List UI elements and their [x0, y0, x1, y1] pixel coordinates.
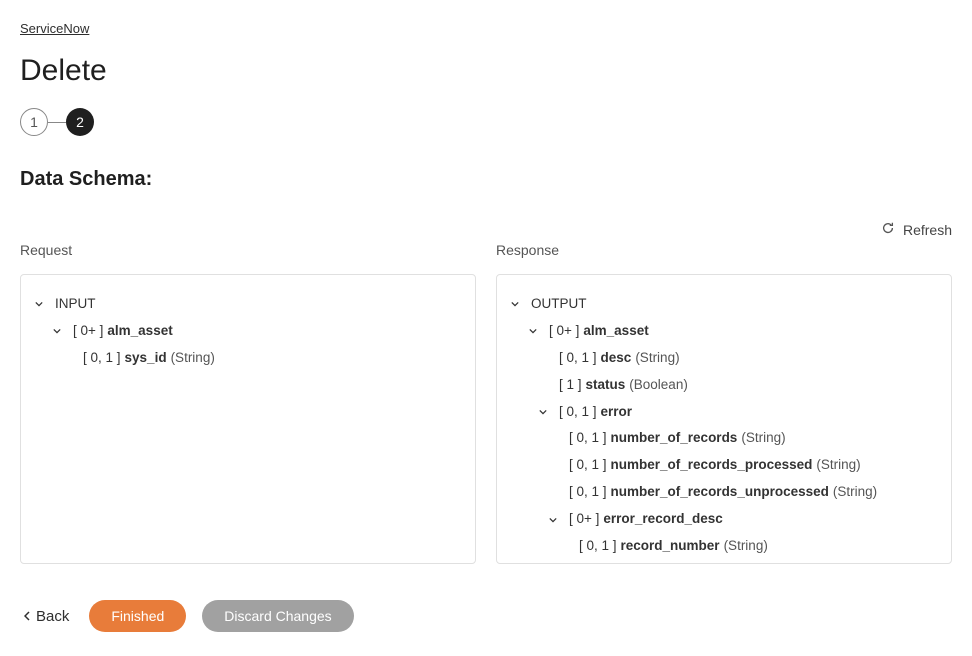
- tree-field-type: (String): [171, 349, 215, 368]
- tree-cardinality: [ 0+ ]: [549, 322, 579, 341]
- tree-cardinality: [ 0, 1 ]: [579, 537, 617, 556]
- tree-cardinality: [ 0+ ]: [73, 322, 103, 341]
- step-2[interactable]: 2: [66, 108, 94, 136]
- tree-row-alm-asset[interactable]: [ 0+ ] alm_asset: [511, 318, 937, 345]
- tree-row-error-record[interactable]: [ 0, 1 ] error_record (String): [511, 560, 937, 564]
- tree-cardinality: [ 0, 1 ]: [83, 349, 121, 368]
- tree-field-name: alm_asset: [107, 322, 172, 341]
- tree-row-num-records[interactable]: [ 0, 1 ] number_of_records (String): [511, 425, 937, 452]
- finished-button[interactable]: Finished: [89, 600, 186, 632]
- breadcrumb[interactable]: ServiceNow: [20, 21, 89, 36]
- stepper: 1 2: [20, 108, 952, 136]
- chevron-down-icon[interactable]: [539, 408, 553, 416]
- back-button[interactable]: Back: [20, 602, 73, 631]
- tree-row-num-records-processed[interactable]: [ 0, 1 ] number_of_records_processed (St…: [511, 452, 937, 479]
- tree-row-error-record-desc[interactable]: [ 0+ ] error_record_desc: [511, 506, 937, 533]
- tree-field-type: (String): [635, 349, 679, 368]
- refresh-icon: [881, 221, 895, 238]
- request-panel: INPUT [ 0+ ] alm_asset [ 0, 1 ] sys_id (…: [20, 274, 476, 564]
- tree-row-output[interactable]: OUTPUT: [511, 291, 937, 318]
- chevron-down-icon[interactable]: [35, 300, 49, 308]
- section-heading: Data Schema:: [20, 168, 952, 191]
- tree-cardinality: [ 0, 1 ]: [559, 349, 597, 368]
- tree-field-name: sys_id: [125, 349, 167, 368]
- tree-cardinality: [ 0, 1 ]: [569, 456, 607, 475]
- tree-row-error[interactable]: [ 0, 1 ] error: [511, 399, 937, 426]
- tree-field-name: status: [586, 376, 626, 395]
- tree-field-name: number_of_records: [611, 429, 738, 448]
- refresh-button[interactable]: Refresh: [881, 221, 952, 238]
- tree-cardinality: [ 0, 1 ]: [569, 429, 607, 448]
- tree-row-status[interactable]: [ 1 ] status (Boolean): [511, 372, 937, 399]
- tree-cardinality: [ 0+ ]: [569, 510, 599, 529]
- tree-field-name: alm_asset: [583, 322, 648, 341]
- refresh-label: Refresh: [903, 222, 952, 238]
- request-label: Request: [20, 242, 476, 258]
- tree-field-name: number_of_records_unprocessed: [611, 483, 829, 502]
- tree-field-name: desc: [601, 349, 632, 368]
- chevron-down-icon[interactable]: [549, 516, 563, 524]
- request-column: Request INPUT [ 0+ ] alm_asset [ 0, 1 ] …: [20, 242, 476, 564]
- footer: Back Finished Discard Changes: [20, 600, 952, 632]
- tree-field-name: record_number: [621, 537, 720, 556]
- tree-field-type: (String): [741, 429, 785, 448]
- response-panel: OUTPUT [ 0+ ] alm_asset [ 0, 1 ] desc (S…: [496, 274, 952, 564]
- chevron-left-icon: [24, 608, 30, 625]
- tree-cardinality: [ 1 ]: [559, 376, 582, 395]
- discard-changes-button[interactable]: Discard Changes: [202, 600, 353, 632]
- back-label: Back: [36, 608, 69, 625]
- tree-row-num-records-unprocessed[interactable]: [ 0, 1 ] number_of_records_unprocessed (…: [511, 479, 937, 506]
- page-title: Delete: [20, 54, 952, 88]
- tree-field-name: error_record_desc: [603, 510, 722, 529]
- tree-row-desc[interactable]: [ 0, 1 ] desc (String): [511, 345, 937, 372]
- tree-cardinality: [ 0, 1 ]: [569, 483, 607, 502]
- tree-node-label: INPUT: [55, 295, 96, 314]
- chevron-down-icon[interactable]: [53, 327, 67, 335]
- tree-field-type: (String): [816, 456, 860, 475]
- tree-row-sys-id[interactable]: [ 0, 1 ] sys_id (String): [35, 345, 461, 372]
- tree-field-type: (String): [724, 537, 768, 556]
- tree-field-name: error: [601, 403, 633, 422]
- tree-field-type: (Boolean): [629, 376, 688, 395]
- response-label: Response: [496, 242, 952, 258]
- tree-row-alm-asset[interactable]: [ 0+ ] alm_asset: [35, 318, 461, 345]
- tree-row-input[interactable]: INPUT: [35, 291, 461, 318]
- tree-row-record-number[interactable]: [ 0, 1 ] record_number (String): [511, 533, 937, 560]
- step-connector: [48, 122, 66, 123]
- tree-cardinality: [ 0, 1 ]: [559, 403, 597, 422]
- chevron-down-icon[interactable]: [511, 300, 525, 308]
- chevron-down-icon[interactable]: [529, 327, 543, 335]
- tree-node-label: OUTPUT: [531, 295, 587, 314]
- tree-field-name: number_of_records_processed: [611, 456, 813, 475]
- tree-field-type: (String): [833, 483, 877, 502]
- response-column: Response OUTPUT [ 0+ ] alm_asset [ 0, 1 …: [496, 242, 952, 564]
- step-1[interactable]: 1: [20, 108, 48, 136]
